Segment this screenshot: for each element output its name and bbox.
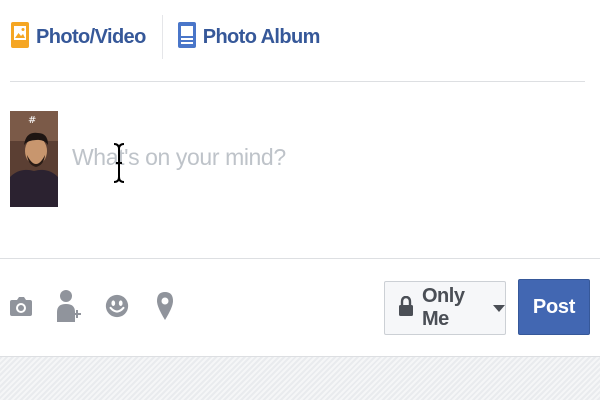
privacy-selector[interactable]: Only Me (384, 281, 506, 335)
tag-friends-icon[interactable] (56, 286, 82, 326)
camera-icon[interactable] (8, 286, 34, 326)
lock-icon (399, 295, 413, 321)
divider-top (10, 81, 585, 82)
composer-actions (8, 286, 178, 326)
post-button[interactable]: Post (518, 279, 590, 335)
chevron-down-icon (493, 304, 505, 312)
tab-photo-video-label: Photo/Video (36, 25, 146, 48)
post-composer: Photo/Video Photo Album # What's on your… (0, 0, 600, 356)
divider-bottom (0, 258, 600, 259)
tab-photo-album-label: Photo Album (202, 25, 321, 48)
photo-video-icon (10, 21, 30, 54)
user-avatar[interactable]: # (10, 111, 58, 207)
text-cursor-icon (112, 142, 126, 189)
svg-text:#: # (28, 115, 36, 126)
tab-photo-album[interactable]: Photo Album (177, 21, 320, 54)
location-pin-icon[interactable] (152, 286, 178, 326)
status-input[interactable]: What's on your mind? (72, 144, 286, 171)
composer-tabs: Photo/Video Photo Album (10, 15, 320, 59)
privacy-label: Only Me (422, 285, 465, 330)
tab-photo-video[interactable]: Photo/Video (10, 21, 146, 54)
feeling-emoji-icon[interactable] (104, 286, 130, 326)
feed-background-strip (0, 356, 600, 400)
photo-album-icon (177, 21, 197, 54)
tab-divider (161, 15, 163, 59)
